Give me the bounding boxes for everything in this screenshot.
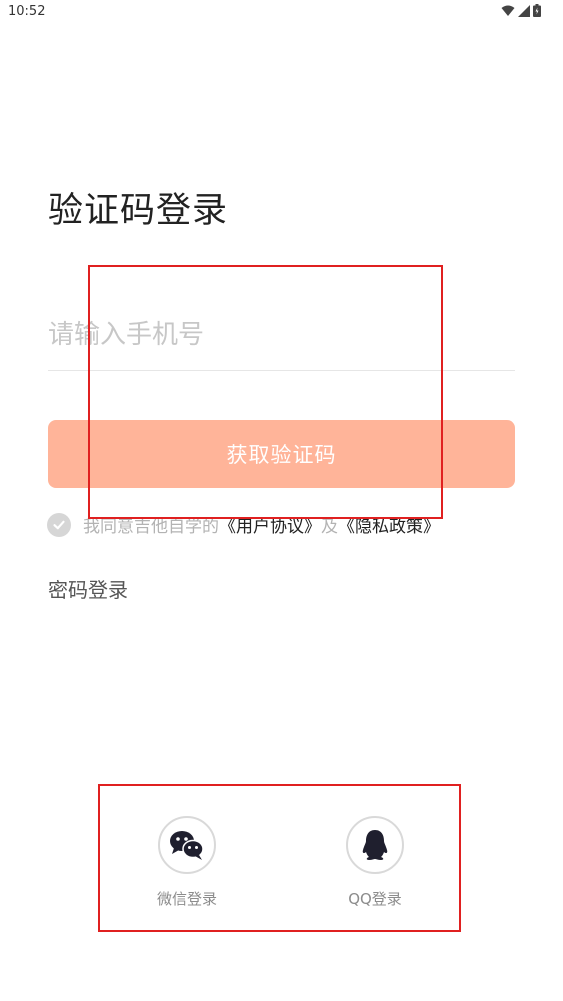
- wifi-icon: [501, 5, 515, 16]
- battery-icon: [533, 4, 541, 17]
- status-bar: 10:52: [0, 0, 563, 24]
- signal-icon: [518, 4, 530, 17]
- check-icon: [53, 520, 65, 529]
- status-icons: [501, 4, 541, 17]
- password-login-link[interactable]: 密码登录: [48, 574, 128, 603]
- highlight-box-input: [88, 265, 443, 519]
- page-title: 验证码登录: [48, 191, 229, 231]
- agreement-checkbox[interactable]: [47, 512, 71, 537]
- highlight-box-social: [98, 784, 461, 932]
- status-time: 10:52: [8, 4, 46, 19]
